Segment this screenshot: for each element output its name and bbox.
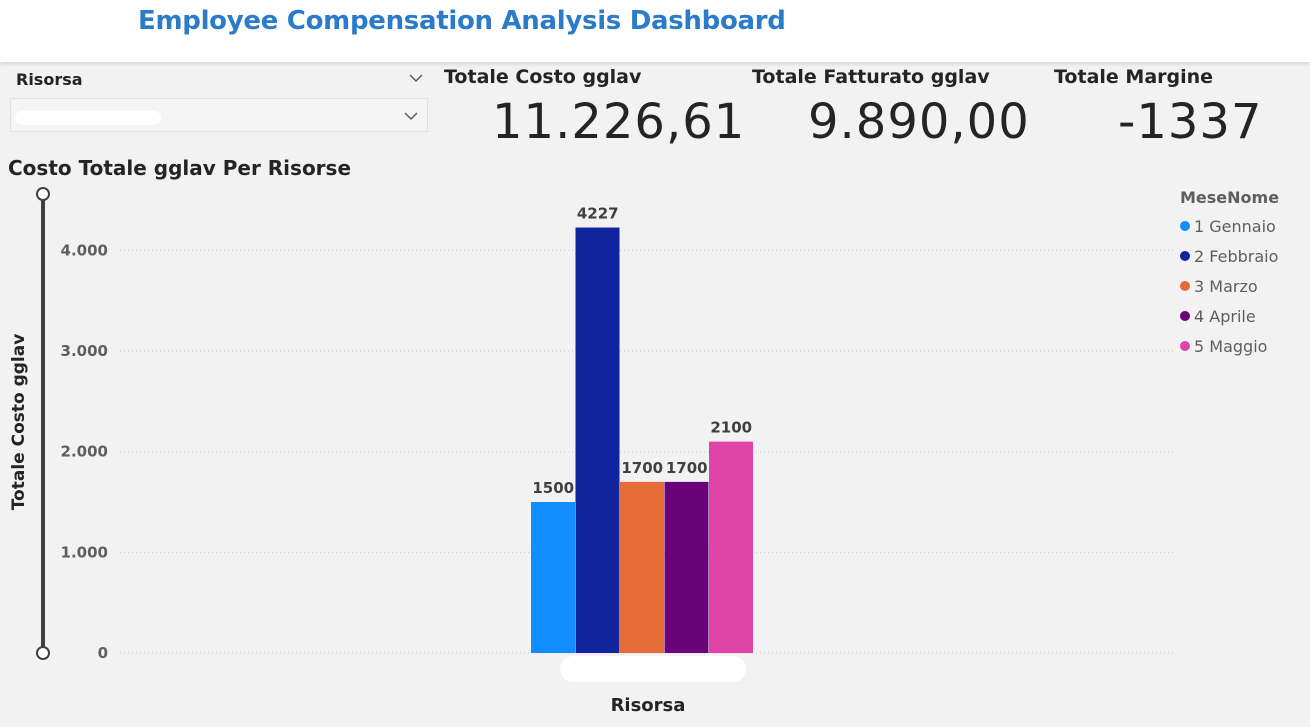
y-tick-label: 1.000 [61,543,108,561]
bar-2 [575,227,620,653]
y-tick-label: 0 [98,644,108,662]
legend-label: 1 Gennaio [1194,216,1276,236]
slicer-selected-value [15,111,161,125]
card-totale-fatturato: Totale Fatturato gglav 9.890,00 [752,66,1030,150]
y-tick-label: 2.000 [61,443,108,461]
legend-label: 2 Febbraio [1194,246,1279,266]
chart-legend: MeseNome 1 Gennaio 2 Febbraio 3 Marzo 4 Apr… [1180,188,1279,361]
bar-5 [709,441,753,653]
legend-dot-icon [1180,281,1190,291]
legend-item[interactable]: 4 Aprile [1180,301,1279,331]
slicer-dropdown[interactable] [10,98,428,132]
card-label: Totale Fatturato gglav [752,66,990,88]
data-label: 1700 [621,459,663,477]
legend-label: 4 Aprile [1194,306,1256,326]
data-label: 1700 [666,459,708,477]
legend-title: MeseNome [1180,188,1280,207]
bar-3 [620,481,664,653]
y-axis-slider-handle-bottom [36,646,50,660]
legend-dot-icon [1180,341,1190,351]
page-title: Employee Compensation Analysis Dashboard [138,6,786,36]
legend-dot-icon [1180,221,1190,231]
y-tick-label: 3.000 [61,342,108,360]
card-value: 11.226,61 [492,94,746,150]
card-label: Totale Margine [1054,66,1214,88]
y-axis-title: Totale Costo gglav [9,334,29,511]
chevron-down-icon[interactable] [403,108,419,124]
risorsa-slicer[interactable]: Risorsa [8,66,430,134]
legend-dot-icon [1180,311,1190,321]
card-value: -1337 [1118,94,1263,150]
data-label: 2100 [710,419,752,437]
legend-dot-icon [1180,251,1190,261]
y-tick-label: 4.000 [61,241,108,259]
card-label: Totale Costo gglav [444,66,642,88]
logo-placeholder [0,0,130,62]
slicer-label: Risorsa [16,70,83,89]
bar-4 [664,481,709,653]
legend-item[interactable]: 1 Gennaio [1180,211,1279,241]
legend-item[interactable]: 2 Febbraio [1180,241,1279,271]
legend-label: 5 Maggio [1194,336,1268,356]
bar-chart: 0 1.000 2.000 3.000 4.000 Totale Costo gglav R… [9,187,1176,716]
legend-item[interactable]: 5 Maggio [1180,331,1279,361]
card-totale-margine: Totale Margine -1337 [1054,66,1262,150]
dashboard-header: Employee Compensation Analysis Dashboard [0,0,1310,62]
chevron-down-icon[interactable] [408,70,424,86]
card-totale-costo: Totale Costo gglav 11.226,61 [444,66,745,150]
category-label [560,656,746,682]
data-label: 4227 [577,205,619,223]
x-axis-title: Risorsa [611,695,686,716]
card-value: 9.890,00 [808,94,1030,150]
legend-item[interactable]: 3 Marzo [1180,271,1279,301]
legend-label: 3 Marzo [1194,276,1258,296]
y-axis-slider-handle-top [36,187,50,201]
data-label: 1500 [532,479,574,497]
bar-1 [531,502,575,653]
chart-title: Costo Totale gglav Per Risorse [8,156,352,180]
bar-chart-panel: 0 1.000 2.000 3.000 4.000 Totale Costo gglav R… [0,150,1310,727]
